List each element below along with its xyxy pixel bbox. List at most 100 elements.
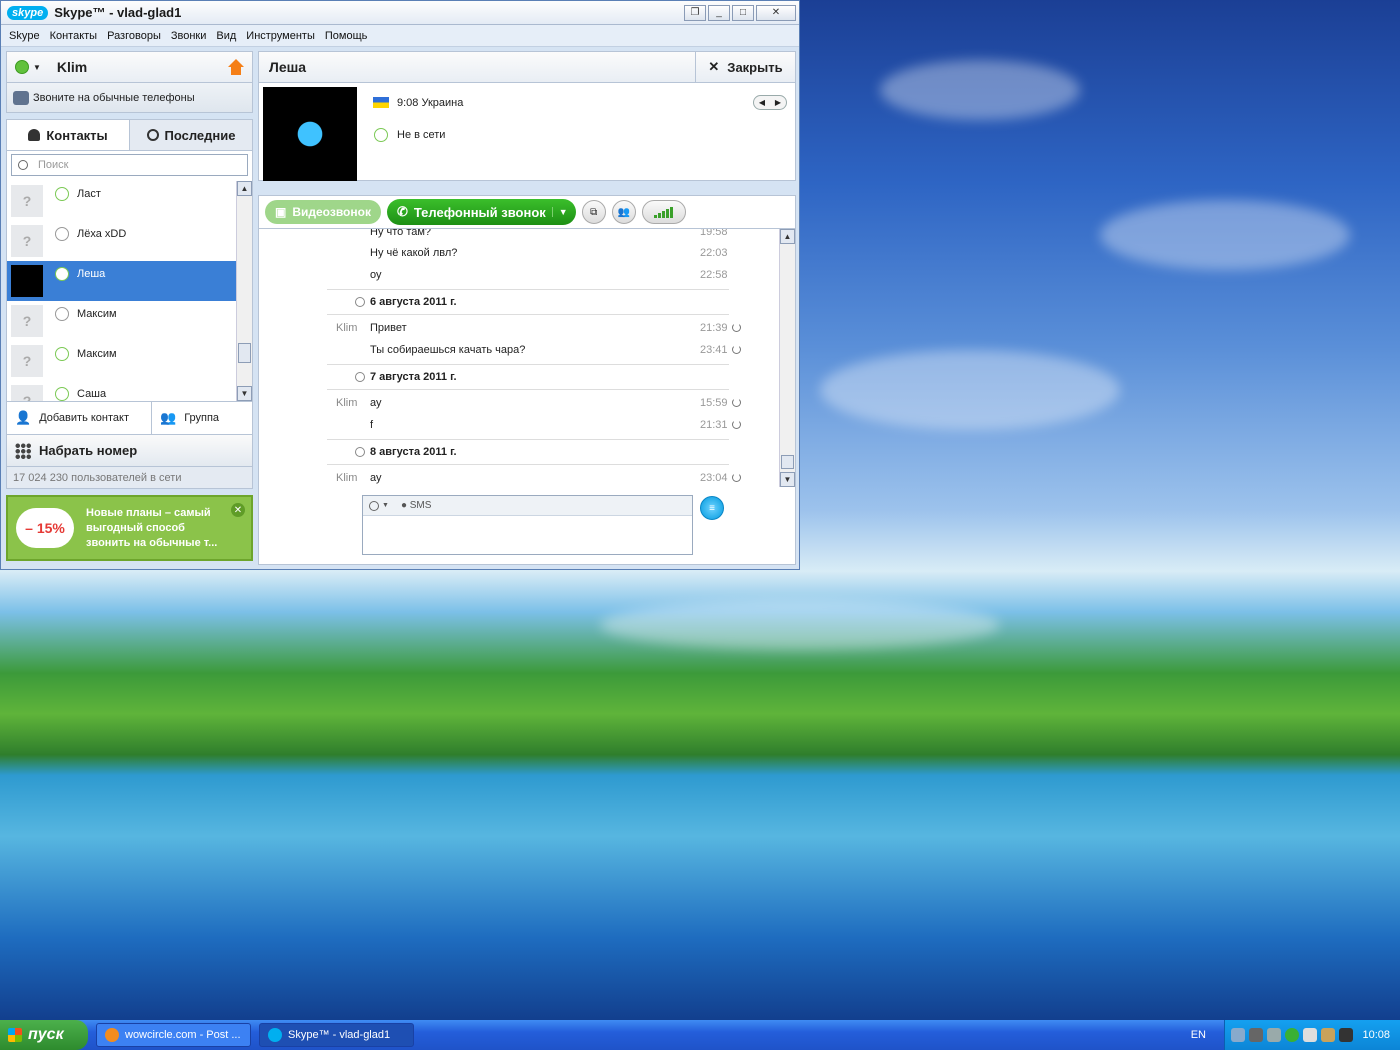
- date-separator: 8 августа 2011 г.: [327, 439, 729, 465]
- group-icon: 👥: [160, 410, 177, 425]
- call-quality-button[interactable]: [641, 200, 686, 224]
- contact-profile: 9:08 Украина Не в сети ◀ ▶: [258, 83, 796, 181]
- add-person-icon: 👤: [15, 410, 32, 425]
- minimize-button[interactable]: _: [708, 4, 730, 21]
- contact-item[interactable]: ? Максим: [7, 301, 252, 341]
- chat-bubble-icon: ≡: [709, 502, 715, 514]
- local-time: 9:08 Украина: [397, 97, 464, 109]
- profile-picture[interactable]: [263, 87, 357, 181]
- chevron-down-icon[interactable]: ▼: [33, 63, 41, 72]
- chevron-down-icon[interactable]: ▼: [551, 207, 568, 217]
- signal-bar: [662, 211, 666, 218]
- close-button[interactable]: ✕: [756, 4, 796, 21]
- chevron-left-icon[interactable]: ◀: [759, 98, 765, 107]
- chevron-down-icon: ▼: [382, 502, 389, 509]
- menu-help[interactable]: Помощь: [325, 30, 368, 42]
- message-text: ау: [370, 472, 382, 484]
- offline-status-icon: [55, 267, 69, 281]
- language-indicator[interactable]: EN: [1191, 1029, 1206, 1041]
- start-button[interactable]: пуск: [0, 1020, 88, 1050]
- signal-bar: [666, 209, 670, 218]
- date-separator: 7 августа 2011 г.: [327, 364, 729, 390]
- avatar: ?: [11, 305, 43, 337]
- scroll-up-icon[interactable]: ▲: [780, 229, 795, 244]
- search-wrap: Поиск: [6, 151, 253, 181]
- menu-tools[interactable]: Инструменты: [246, 30, 315, 42]
- menu-contacts[interactable]: Контакты: [50, 30, 98, 42]
- menu-view[interactable]: Вид: [216, 30, 236, 42]
- chat-scrollbar[interactable]: ▲ ▼: [779, 229, 795, 487]
- profile-nav[interactable]: ◀ ▶: [753, 95, 787, 110]
- message-time: 21:31: [700, 419, 728, 431]
- video-call-button[interactable]: ▣ Видеозвонок: [265, 200, 381, 224]
- add-people-button[interactable]: 👥: [611, 200, 636, 224]
- chevron-right-icon[interactable]: ▶: [775, 98, 781, 107]
- call-phones-button[interactable]: Звоните на обычные телефоны: [6, 83, 253, 113]
- contact-list: ? Ласт ? Лёха xDD Леша ? Максим ? Максим…: [6, 181, 253, 401]
- menu-calls[interactable]: Звонки: [171, 30, 207, 42]
- offline-status-icon: [55, 347, 69, 361]
- maximize-button[interactable]: □: [732, 4, 754, 21]
- scroll-thumb[interactable]: [781, 455, 794, 469]
- close-icon[interactable]: ✕: [231, 503, 245, 517]
- tab-recent[interactable]: Последние: [129, 120, 252, 150]
- pending-icon: [732, 323, 741, 332]
- phone-call-button[interactable]: ✆ Телефонный звонок ▼: [386, 199, 576, 225]
- contact-item[interactable]: ? Ласт: [7, 181, 252, 221]
- taskbar-item-skype[interactable]: Skype™ - vlad-glad1: [259, 1023, 414, 1047]
- send-button[interactable]: ≡: [700, 496, 724, 520]
- contact-item[interactable]: ? Максим: [7, 341, 252, 381]
- scroll-up-icon[interactable]: ▲: [237, 181, 252, 196]
- restore-icon[interactable]: ❐: [684, 4, 706, 21]
- menu-skype[interactable]: Skype: [9, 30, 40, 42]
- search-input[interactable]: Поиск: [11, 154, 248, 176]
- contact-scrollbar[interactable]: ▲ ▼: [236, 181, 252, 401]
- app-tray-icon[interactable]: [1321, 1028, 1335, 1042]
- video-call-label: Видеозвонок: [292, 205, 371, 219]
- contact-item-selected[interactable]: Леша: [7, 261, 252, 301]
- group-label: Группа: [184, 412, 220, 424]
- tab-contacts[interactable]: Контакты: [7, 120, 129, 150]
- pending-icon: [732, 473, 741, 482]
- close-conversation-button[interactable]: ✕ Закрыть: [695, 52, 795, 82]
- message-input[interactable]: ▼ ● SMS: [362, 495, 693, 555]
- chat-history[interactable]: Ну что там? 19:58 Ну чё какой лвл? 22:03…: [258, 229, 796, 487]
- skype-status-icon[interactable]: [1285, 1028, 1299, 1042]
- menu-bar: Skype Контакты Разговоры Звонки Вид Инст…: [1, 25, 799, 47]
- window-title: Skype™ - vlad-glad1: [54, 5, 182, 20]
- share-screen-button[interactable]: ⧉: [581, 200, 606, 224]
- title-bar[interactable]: skype Skype™ - vlad-glad1 ❐ _ □ ✕: [1, 1, 799, 25]
- contact-item[interactable]: ? Лёха xDD: [7, 221, 252, 261]
- cloud: [880, 60, 1080, 120]
- home-icon[interactable]: [228, 59, 244, 75]
- clock[interactable]: 10:08: [1362, 1029, 1390, 1041]
- dial-number-button[interactable]: Набрать номер: [6, 435, 253, 467]
- scroll-thumb[interactable]: [238, 343, 251, 363]
- scroll-down-icon[interactable]: ▼: [780, 472, 795, 487]
- steam-icon[interactable]: [1249, 1028, 1263, 1042]
- promo-banner[interactable]: – 15% Новые планы – самый выгодный спосо…: [6, 495, 253, 561]
- contact-status: Не в сети: [397, 129, 446, 141]
- scroll-down-icon[interactable]: ▼: [237, 386, 252, 401]
- add-contact-button[interactable]: 👤 Добавить контакт: [7, 402, 152, 434]
- sms-button[interactable]: ● SMS: [401, 500, 432, 511]
- bug-icon[interactable]: [1339, 1028, 1353, 1042]
- taskbar-item-firefox[interactable]: wowcircle.com - Post ...: [96, 1023, 251, 1047]
- cloud: [600, 600, 1000, 650]
- date-label: 6 августа 2011 г.: [370, 296, 457, 308]
- avatar-picture: [11, 265, 43, 297]
- cloud: [820, 350, 1120, 430]
- video-camera-icon: ▣: [275, 205, 287, 219]
- speaker-icon[interactable]: [1303, 1028, 1317, 1042]
- offline-status-icon: [374, 128, 388, 142]
- menu-conversations[interactable]: Разговоры: [107, 30, 161, 42]
- back-arrow-icon[interactable]: [1231, 1028, 1245, 1042]
- network-icon[interactable]: [1267, 1028, 1281, 1042]
- group-button[interactable]: 👥 Группа: [152, 402, 219, 434]
- avatar: ?: [11, 225, 43, 257]
- contact-item[interactable]: ? Саша: [7, 381, 252, 401]
- emoticon-button[interactable]: ▼: [369, 500, 389, 511]
- message-text: f: [370, 419, 374, 431]
- online-status-icon[interactable]: [15, 60, 29, 74]
- my-profile-bar[interactable]: ▼ Klim: [6, 51, 253, 83]
